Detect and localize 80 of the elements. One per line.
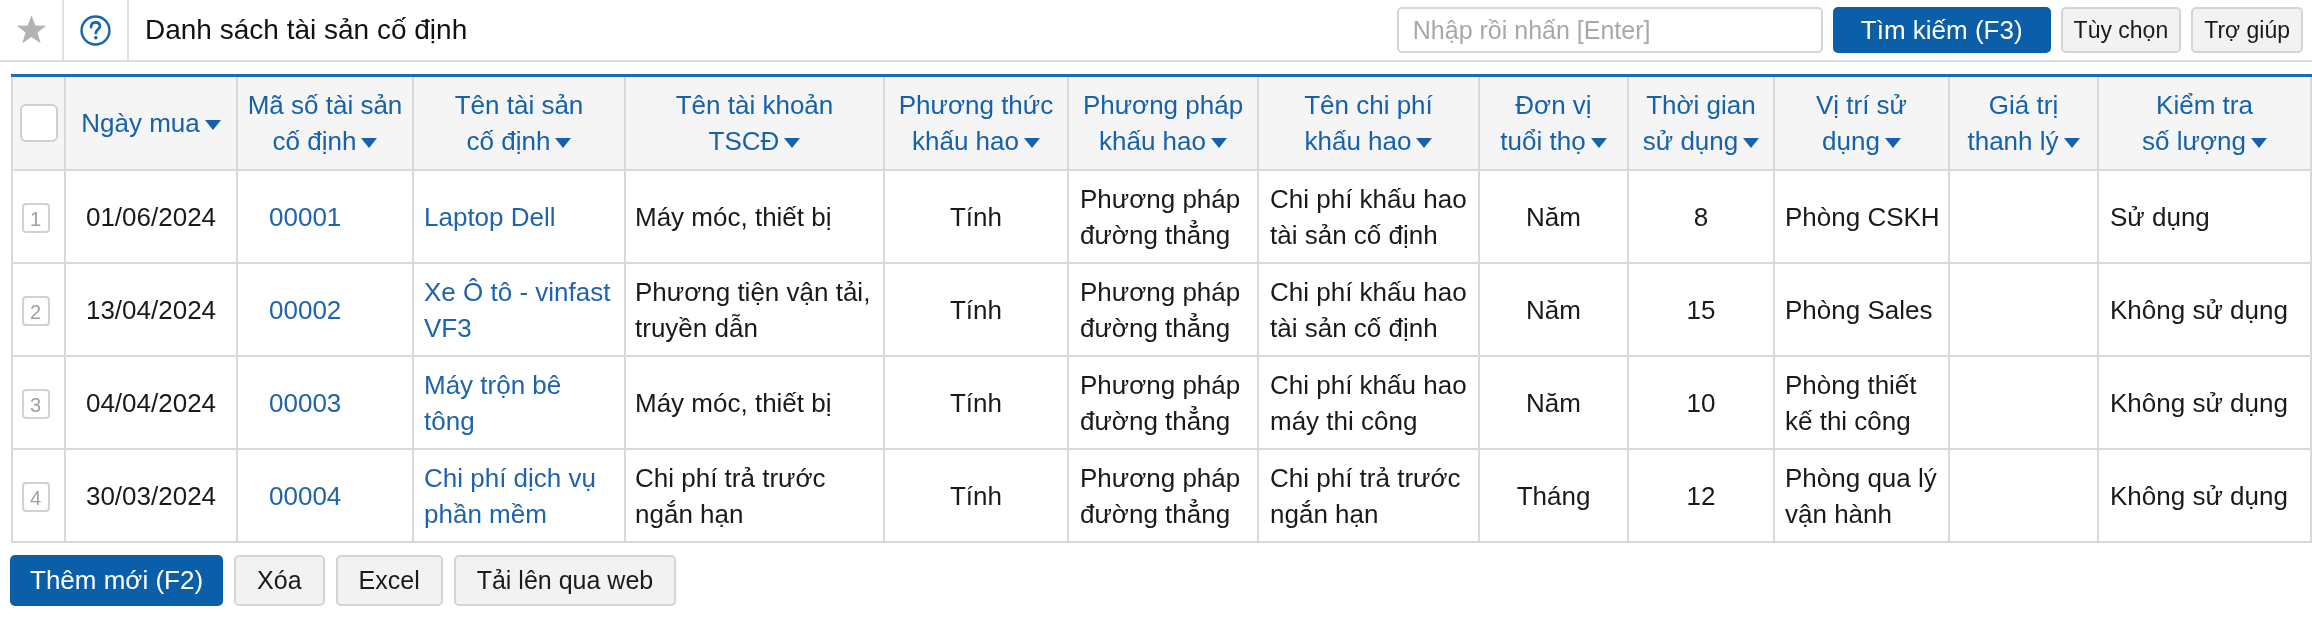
table-cell: Phương tiện vận tải, truyền dẫn [625, 263, 884, 356]
table-cell: Phòng Sales [1774, 263, 1949, 356]
column-header[interactable]: Giá trị thanh lý [1949, 75, 2098, 170]
table-cell: 12 [1628, 449, 1774, 542]
column-header[interactable]: Thời gian sử dụng [1628, 75, 1774, 170]
caret-down-icon [1743, 138, 1760, 149]
asset-code-link[interactable]: 00002 [269, 291, 342, 328]
asset-code-link[interactable]: 00004 [269, 477, 342, 514]
help-button[interactable]: Trợ giúp [2191, 7, 2303, 53]
column-header[interactable]: Tên tài khoản TSCĐ [625, 75, 884, 170]
table-cell: 01/06/2024 [65, 170, 237, 263]
caret-down-icon [555, 138, 572, 149]
upload-button[interactable]: Tải lên qua web [453, 555, 677, 606]
table-cell: Chi phí khấu hao máy thi công [1258, 356, 1479, 449]
table-cell: Phòng thiết kế thi công [1774, 356, 1949, 449]
table-cell: Phương pháp đường thẳng [1068, 356, 1258, 449]
table-cell: Phòng CSKH [1774, 170, 1949, 263]
caret-down-icon [1590, 138, 1607, 149]
table-cell: Máy móc, thiết bị [625, 170, 884, 263]
table-cell: Tính [884, 170, 1068, 263]
add-button[interactable]: Thêm mới (F2) [10, 555, 224, 606]
excel-button[interactable]: Excel [335, 555, 443, 606]
options-button[interactable]: Tùy chọn [2060, 7, 2182, 53]
table-cell: 15 [1628, 263, 1774, 356]
caret-down-icon [784, 138, 801, 149]
table-cell: 30/03/2024 [65, 449, 237, 542]
table-cell: Chi phí trả trước ngắn hạn [1258, 449, 1479, 542]
caret-down-icon [1211, 138, 1227, 149]
column-header[interactable]: Phương thức khấu hao [884, 75, 1068, 170]
asset-code-link[interactable]: 00001 [269, 198, 342, 235]
table-cell: Chi phí khấu hao tài sản cố định [1258, 263, 1479, 356]
row-number: 2 [21, 295, 50, 326]
table-cell: 8 [1628, 170, 1774, 263]
table-cell: 13/04/2024 [65, 263, 237, 356]
caret-down-icon [204, 120, 221, 131]
column-header[interactable]: Phương pháp khấu hao [1068, 75, 1258, 170]
caret-down-icon [2063, 138, 2080, 149]
table-cell: 04/04/2024 [65, 356, 237, 449]
row-number: 1 [21, 202, 50, 233]
column-header[interactable]: Đơn vị tuổi thọ [1479, 75, 1628, 170]
table-cell: Năm [1479, 356, 1628, 449]
table-cell: Phương pháp đường thẳng [1068, 170, 1258, 263]
caret-down-icon [1416, 138, 1433, 149]
page-title: Danh sách tài sản cố định [145, 14, 468, 46]
caret-down-icon [361, 138, 378, 149]
help-icon[interactable] [80, 14, 111, 46]
caret-down-icon [1884, 138, 1901, 149]
caret-down-icon [2250, 138, 2267, 149]
delete-button[interactable]: Xóa [234, 555, 325, 606]
table-cell: Phương pháp đường thẳng [1068, 449, 1258, 542]
column-header[interactable]: Mã số tài sản cố định [237, 75, 413, 170]
star-icon[interactable] [15, 15, 47, 45]
table-cell: Tính [884, 449, 1068, 542]
asset-code-link[interactable]: 00003 [269, 384, 342, 421]
table-cell: Chi phí khấu hao tài sản cố định [1258, 170, 1479, 263]
table-cell: Không sử dụng [2098, 263, 2311, 356]
column-header[interactable]: Kiểm tra số lượng [2098, 75, 2311, 170]
table-cell: Tính [884, 356, 1068, 449]
table-cell: Năm [1479, 263, 1628, 356]
table-cell: Sử dụng [2098, 170, 2311, 263]
table-cell: Tính [884, 263, 1068, 356]
table-cell: Máy móc, thiết bị [625, 356, 884, 449]
search-button[interactable]: Tìm kiếm (F3) [1832, 7, 2051, 53]
table-cell: Không sử dụng [2098, 356, 2311, 449]
table-cell: Không sử dụng [2098, 449, 2311, 542]
table-cell: Phòng qua lý vận hành [1774, 449, 1949, 542]
row-number: 3 [21, 388, 50, 419]
table-cell: Năm [1479, 170, 1628, 263]
table-cell: Chi phí trả trước ngắn hạn [625, 449, 884, 542]
table-cell: 10 [1628, 356, 1774, 449]
search-field[interactable]: Nhập rồi nhấn [Enter] [1396, 7, 1823, 53]
select-all-checkbox[interactable] [19, 104, 58, 142]
table-cell: Phương pháp đường thẳng [1068, 263, 1258, 356]
column-header[interactable]: Tên tài sản cố định [413, 75, 625, 170]
column-header[interactable]: Vị trí sử dụng [1774, 75, 1949, 170]
table-cell: Tháng [1479, 449, 1628, 542]
column-header[interactable]: Ngày mua [65, 75, 237, 170]
caret-down-icon [1024, 138, 1040, 149]
row-number: 4 [21, 481, 50, 512]
column-header[interactable]: Tên chi phí khấu hao [1258, 75, 1479, 170]
